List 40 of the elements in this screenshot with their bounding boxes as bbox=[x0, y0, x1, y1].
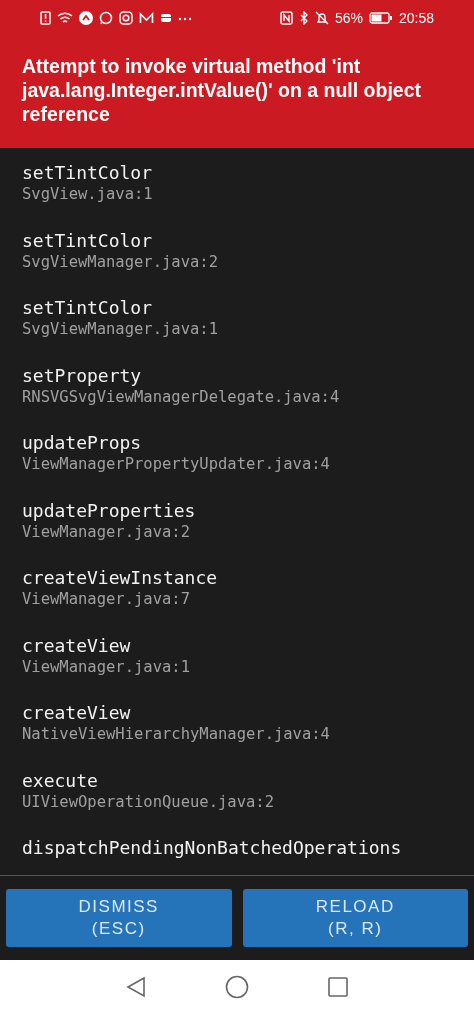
mail-icon bbox=[139, 11, 154, 25]
action-button[interactable]: RELOAD (R, R) bbox=[242, 889, 468, 947]
bluetooth-icon bbox=[298, 11, 309, 25]
stack-frame-file: ViewManager.java:7 bbox=[22, 589, 190, 609]
battery-percent: 56% bbox=[334, 10, 363, 26]
stack-frame-method: setTintColor bbox=[22, 161, 153, 184]
alert-icon bbox=[40, 11, 51, 25]
stack-frame-file: RNSVGSvgViewManagerDelegate.java:4 bbox=[22, 386, 340, 407]
back-icon[interactable] bbox=[125, 976, 147, 998]
bell-muted-icon bbox=[314, 11, 329, 25]
stack-frame-file: ViewManager.java:2 bbox=[22, 521, 190, 542]
action-button[interactable]: DISMISS (ESC) bbox=[6, 889, 232, 947]
clock-time: 20:58 bbox=[398, 10, 434, 26]
stack-frame-method: dispatchPendingNonBatchedOperations bbox=[22, 836, 402, 859]
home-icon[interactable] bbox=[225, 975, 249, 999]
stack-frame-method: createView bbox=[22, 701, 131, 724]
caret-up-icon bbox=[79, 11, 93, 25]
camera-icon bbox=[119, 11, 133, 25]
stack-frame-file: SvgView.java:1 bbox=[22, 184, 153, 204]
stack-frame-file: UIViewOperationQueue.java:2 bbox=[22, 791, 274, 812]
error-message: Attempt to invoke virtual method 'int java.lang.Integer.intValue()' on a null object reference bbox=[22, 54, 423, 126]
battery-icon bbox=[368, 11, 393, 25]
chat-icon bbox=[99, 11, 113, 25]
stack-frame-method: createViewInstance bbox=[22, 566, 218, 589]
stack-frame-method: execute bbox=[22, 768, 98, 792]
nfc-icon bbox=[279, 11, 293, 25]
stack-frame-method: setTintColor bbox=[22, 228, 153, 252]
stack-frame-file: ViewManager.java:1 bbox=[22, 656, 190, 677]
stack-frame-method: updateProperties bbox=[22, 498, 196, 522]
stack-frame-method: updateProps bbox=[22, 431, 142, 454]
stack-frame-method: setProperty bbox=[22, 363, 142, 387]
recents-icon[interactable] bbox=[327, 976, 349, 998]
stack-frame-file: SvgViewManager.java:2 bbox=[22, 251, 218, 272]
card-icon bbox=[160, 11, 172, 25]
stack-frame-file: ViewManagerPropertyUpdater.java:4 bbox=[22, 454, 330, 474]
stack-frame-method: createView bbox=[22, 633, 131, 657]
stack-frame-file: SvgViewManager.java:1 bbox=[22, 319, 218, 339]
wifi-icon bbox=[57, 11, 73, 25]
stack-frame-method: setTintColor bbox=[22, 296, 153, 319]
stack-frame-file: NativeViewHierarchyManager.java:4 bbox=[22, 724, 330, 744]
